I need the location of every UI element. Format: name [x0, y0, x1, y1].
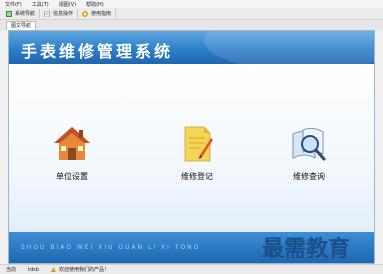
user-guide-button[interactable]: 使用指南 [78, 9, 117, 18]
system-nav-label: 系统导航 [15, 11, 36, 17]
status-notice-text: 欢迎使用我们的产品！ [58, 267, 109, 273]
toolbar: 系统导航 信息操作 使用指南 [0, 8, 383, 20]
menu-view[interactable]: 视图(V) [54, 1, 81, 8]
info-ops-button[interactable]: 信息操作 [40, 9, 79, 18]
tile-repair-query-label: 维修查询 [293, 172, 325, 181]
tile-repair-register-label: 维修登记 [181, 172, 213, 181]
menu-file[interactable]: 文件(F) [0, 1, 27, 8]
menubar: 文件(F) 工具(T) 视图(V) 帮助(H) [0, 0, 383, 8]
info-ops-label: 信息操作 [53, 11, 74, 17]
main-panel: 手表维修管理系统 单位设置 维修登记 维修查询 SHOU BIAO WEI XI… [8, 30, 375, 264]
tile-repair-register[interactable]: 维修登记 [167, 124, 227, 182]
banner: 手表维修管理系统 [9, 31, 374, 64]
watermark: 最需教育 [262, 236, 351, 262]
menu-tools[interactable]: 工具(T) [27, 1, 54, 8]
nav-area: 单位设置 维修登记 维修查询 [9, 64, 374, 234]
tile-repair-query[interactable]: 维修查询 [279, 124, 339, 182]
status-user-value: tdsb [28, 266, 39, 273]
menu-help[interactable]: 帮助(H) [81, 1, 109, 8]
tab-graphic-nav[interactable]: 图文导航 [6, 21, 37, 30]
tile-unit-settings-label: 单位设置 [56, 172, 88, 181]
system-nav-button[interactable]: 系统导航 [2, 9, 41, 18]
tile-unit-settings[interactable]: 单位设置 [42, 124, 102, 182]
status-user-label: 当前 [6, 267, 17, 273]
warning-icon [50, 267, 56, 272]
tab-strip: 图文导航 [0, 20, 383, 30]
note-pencil-icon [184, 126, 213, 162]
banner-swoosh [204, 31, 374, 64]
status-notice: 欢迎使用我们的产品！ [45, 266, 115, 273]
search-magnifier-icon [292, 128, 326, 161]
document-icon [44, 10, 50, 17]
navigation-icon [6, 10, 12, 17]
house-icon [54, 127, 90, 160]
banner-subtitle: SHOU BIAO WEI XIU GUAN LI XI TONG [21, 244, 201, 251]
user-guide-label: 使用指南 [91, 11, 112, 17]
page-title: 手表维修管理系统 [21, 42, 174, 61]
help-icon [82, 10, 89, 17]
